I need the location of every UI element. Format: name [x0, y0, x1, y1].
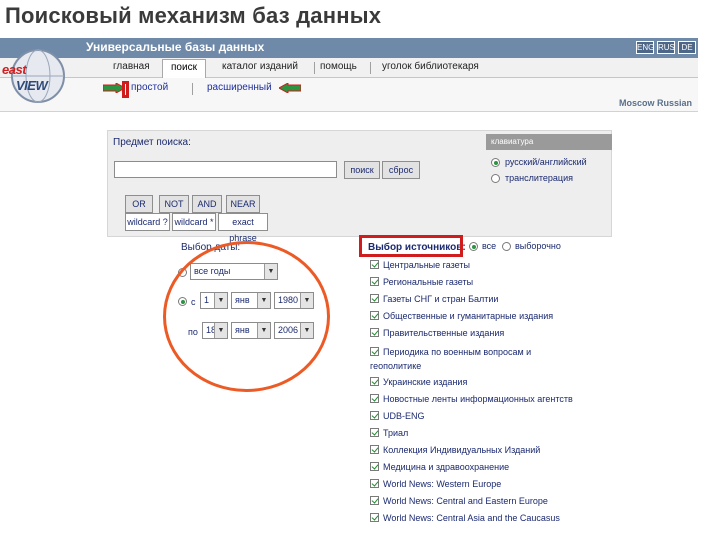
keyboard-translit-radio[interactable]	[491, 174, 500, 183]
tab-librarian[interactable]: уголок библиотекаря	[382, 61, 479, 72]
operator-and-button[interactable]: AND	[192, 195, 222, 213]
source-item-label: Триал	[383, 428, 409, 438]
source-item[interactable]: World News: Central Asia and the Caucasu…	[370, 513, 560, 523]
subject-label: Предмет поиска:	[113, 137, 191, 148]
source-item[interactable]: Правительственные издания	[370, 328, 504, 338]
search-form-panel: Предмет поиска: поиск сброс OR NOT AND N…	[107, 130, 612, 243]
sources-all-label: все	[482, 241, 497, 251]
source-item-label: World News: Western Europe	[383, 479, 502, 489]
checkbox-icon[interactable]	[370, 513, 379, 522]
source-item-label: Украинские издания	[383, 377, 468, 387]
source-item-label: Правительственные издания	[383, 328, 505, 338]
tab-home[interactable]: главная	[113, 61, 150, 72]
lang-rus-button[interactable]: RUS	[657, 41, 675, 54]
source-item-label: Общественные и гуманитарные издания	[383, 311, 554, 321]
source-item[interactable]: Новостные ленты информационных агентств	[370, 394, 573, 404]
sources-selective-radio[interactable]	[502, 242, 511, 251]
wildcard-star-button[interactable]: wildcard *	[172, 213, 216, 231]
source-item[interactable]: Медицина и здравоохранение	[370, 462, 509, 472]
source-item[interactable]: Центральные газеты	[370, 260, 470, 270]
reset-button[interactable]: сброс	[382, 161, 420, 179]
checkbox-icon[interactable]	[370, 328, 379, 337]
east-view-logo[interactable]: east VIEW	[0, 40, 70, 108]
source-item-label: World News: Central Asia and the Caucasu…	[383, 513, 560, 523]
subtab-advanced[interactable]: расширенный	[207, 82, 272, 93]
operator-not-button[interactable]: NOT	[159, 195, 189, 213]
lang-de-button[interactable]: DE	[678, 41, 696, 54]
subtab-simple[interactable]: простой	[131, 82, 168, 93]
checkbox-icon[interactable]	[370, 377, 379, 386]
highlight-date-ellipse	[163, 241, 330, 392]
checkbox-icon[interactable]	[370, 347, 379, 356]
source-item-label: Центральные газеты	[383, 260, 470, 270]
subtab-separator	[192, 83, 193, 95]
wildcard-question-button[interactable]: wildcard ?	[125, 213, 170, 231]
search-input[interactable]	[114, 161, 337, 178]
highlight-sources-label	[359, 235, 463, 257]
checkbox-icon[interactable]	[370, 311, 379, 320]
keyboard-translit-label: транслитерация	[505, 173, 573, 183]
source-item[interactable]: Периодика по военным вопросам и геополит…	[370, 345, 535, 373]
checkbox-icon[interactable]	[370, 428, 379, 437]
lang-eng-button[interactable]: ENG	[636, 41, 654, 54]
source-item-label: UDB-ENG	[383, 411, 425, 421]
source-item[interactable]: Региональные газеты	[370, 277, 473, 287]
checkbox-icon[interactable]	[370, 411, 379, 420]
source-item[interactable]: Украинские издания	[370, 377, 467, 387]
keyboard-header: клавиатура	[486, 134, 612, 150]
exact-phrase-button[interactable]: exact phrase	[218, 213, 268, 243]
header-bar: Универсальные базы данных ENG RUS DE	[0, 38, 698, 58]
source-item-label: Региональные газеты	[383, 277, 474, 287]
checkbox-icon[interactable]	[370, 277, 379, 286]
checkbox-icon[interactable]	[370, 294, 379, 303]
sources-selective-label: выборочно	[515, 241, 561, 251]
source-item-label: Периодика по военным вопросам и геополит…	[370, 347, 532, 371]
site-link[interactable]: Moscow Russian	[619, 98, 692, 108]
operator-or-button[interactable]: OR	[125, 195, 153, 213]
checkbox-icon[interactable]	[370, 462, 379, 471]
source-item-label: Медицина и здравоохранение	[383, 462, 510, 472]
tab-help[interactable]: помощь	[320, 61, 357, 72]
tab-catalog[interactable]: каталог изданий	[222, 61, 298, 72]
tab-separator	[314, 62, 315, 74]
checkbox-icon[interactable]	[370, 260, 379, 269]
source-item[interactable]: World News: Western Europe	[370, 479, 501, 489]
arrow-left-icon	[279, 83, 301, 93]
tab-search[interactable]: поиск	[162, 59, 206, 78]
source-item-label: Газеты СНГ и стран Балтии	[383, 294, 499, 304]
slide-title: Поисковый механизм баз данных	[5, 3, 382, 28]
source-item-label: Новостные ленты информационных агентств	[383, 394, 573, 404]
checkbox-icon[interactable]	[370, 496, 379, 505]
main-nav: главная поиск каталог изданий помощь уго…	[0, 58, 698, 78]
source-item[interactable]: Газеты СНГ и стран Балтии	[370, 294, 498, 304]
source-item-label: Коллекция Индивидуальных Изданий	[383, 445, 541, 455]
source-item[interactable]: Триал	[370, 428, 408, 438]
logo-text-east: east	[2, 62, 27, 77]
source-item[interactable]: Коллекция Индивидуальных Изданий	[370, 445, 540, 455]
keyboard-russian-radio[interactable]	[491, 158, 500, 167]
source-item-label: World News: Central and Eastern Europe	[383, 496, 548, 506]
checkbox-icon[interactable]	[370, 445, 379, 454]
source-item[interactable]: UDB-ENG	[370, 411, 425, 421]
keyboard-russian-label: русский/английский	[505, 157, 587, 167]
logo-text-view: VIEW	[16, 78, 48, 93]
tab-separator	[370, 62, 371, 74]
sources-all-radio[interactable]	[469, 242, 478, 251]
database-title: Универсальные базы данных	[86, 40, 265, 54]
search-button[interactable]: поиск	[344, 161, 380, 179]
checkbox-icon[interactable]	[370, 394, 379, 403]
highlight-simple-tab	[122, 81, 129, 98]
source-item[interactable]: Общественные и гуманитарные издания	[370, 311, 553, 321]
checkbox-icon[interactable]	[370, 479, 379, 488]
source-item[interactable]: World News: Central and Eastern Europe	[370, 496, 548, 506]
operator-near-button[interactable]: NEAR	[226, 195, 260, 213]
